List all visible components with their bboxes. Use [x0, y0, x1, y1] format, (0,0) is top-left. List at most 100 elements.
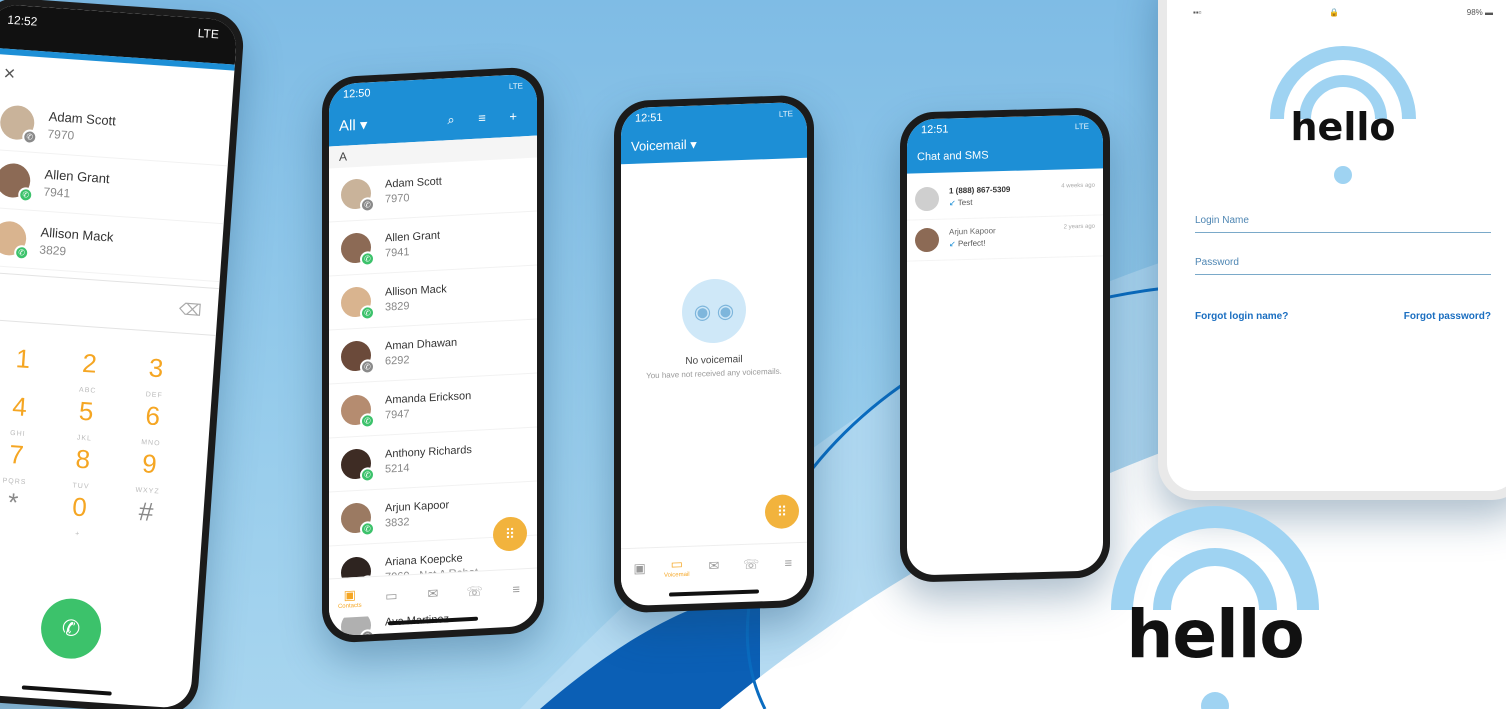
keypad-key[interactable]: 2 ABC [55, 347, 124, 395]
keypad-key[interactable]: 7 PQRS [0, 438, 51, 486]
thread-info: Arjun Kapoor ↙ Perfect! [949, 224, 1064, 248]
close-icon[interactable]: × [3, 62, 16, 86]
signal-indicator: LTE [508, 80, 523, 91]
keypad-key[interactable]: 3 DEF [121, 352, 190, 400]
keypad-key[interactable]: 9 WXYZ [115, 447, 184, 496]
lock-icon: 🔒 [1329, 8, 1340, 17]
thread-message: ↙ Test [949, 196, 1061, 208]
tab-label: Contacts [337, 602, 362, 610]
keypad-key[interactable]: 0 + [45, 491, 114, 539]
key-letters: JKL [76, 434, 93, 443]
app-bar: Chat and SMS [907, 136, 1103, 173]
header-bar: 12:51 LTE Chat and SMS [907, 114, 1103, 174]
avatar: ✆ [0, 161, 34, 203]
chat-screen: 12:51 LTE Chat and SMS 1 (888) 867-5309 ↙… [907, 114, 1103, 576]
avatar: ✆ [0, 103, 38, 145]
search-sort-add-icons[interactable]: ⌕ ≡ + [447, 108, 527, 128]
dialpad-fab[interactable]: ⠿ [765, 494, 799, 530]
keypad-key[interactable]: # [111, 495, 180, 538]
tab-label [625, 576, 655, 577]
voicemail-screen: 12:51 LTE Voicemail ▾ ◉ ◉ No voicemail Y… [621, 101, 807, 607]
tab-icon: ▣ [343, 586, 356, 603]
keypad-key[interactable]: 1 [0, 342, 57, 385]
message-text: Perfect! [957, 238, 986, 249]
header-bar: 12:50 LTE All ▾ ⌕ ≡ + [329, 73, 537, 147]
home-indicator [21, 685, 112, 696]
key-letters: MNO [140, 439, 161, 448]
thread-time: 4 weeks ago [1061, 182, 1095, 190]
contact-info: Aman Dhawan 6292 [385, 337, 457, 368]
contact-extension: 7941 [43, 184, 71, 200]
keypad-key[interactable]: 4 GHI [0, 390, 54, 438]
tab-0[interactable]: ▣ Contacts [335, 586, 365, 610]
avatar: ✆ [341, 231, 375, 267]
contacts-screen: 12:50 LTE All ▾ ⌕ ≡ + A ✆ Adam Scott 7970… [329, 73, 537, 637]
forgot-login-link[interactable]: Forgot login name? [1195, 311, 1288, 322]
keypad-key[interactable]: * [0, 486, 47, 529]
key-digit: 2 [81, 347, 98, 379]
keypad-key[interactable]: 8 TUV [48, 443, 117, 491]
tab-icon: ☏ [743, 555, 760, 572]
chat-phone: 12:51 LTE Chat and SMS 1 (888) 867-5309 ↙… [900, 107, 1110, 583]
key-digit: 5 [78, 395, 95, 427]
presence-badge-icon: ✆ [360, 466, 375, 483]
thread-time: 2 years ago [1063, 223, 1095, 231]
contact-name: Aman Dhawan [385, 336, 458, 353]
contacts-phone: 12:50 LTE All ▾ ⌕ ≡ + A ✆ Adam Scott 7970… [322, 66, 544, 644]
tab-4[interactable]: ≡ [501, 581, 531, 598]
chat-list: 1 (888) 867-5309 ↙ Test 4 weeks ago Arjun… [907, 168, 1103, 262]
contact-extension: 7947 [385, 408, 410, 422]
tab-2[interactable]: ✉ [418, 585, 448, 603]
contact-extension [385, 628, 449, 631]
dialer-screen: 12:52 LTE × ✆ Adam Scott 7970 ✆ Allen Gran… [0, 3, 238, 709]
tab-icon: ✉ [708, 557, 720, 573]
thread-message: ↙ Perfect! [949, 236, 1064, 249]
key-letters: DEF [145, 391, 163, 400]
presence-badge-icon: ✆ [13, 244, 30, 261]
tab-icon: ≡ [784, 555, 793, 571]
key-letters: + [74, 530, 81, 539]
call-button[interactable]: ✆ [39, 596, 104, 661]
brand-name: hello [1290, 105, 1396, 149]
contact-info: Anthony Richards 5214 [385, 444, 472, 476]
password-field[interactable]: Password [1195, 251, 1491, 275]
reply-arrow-icon: ↙ [949, 239, 956, 249]
home-indicator [669, 589, 759, 597]
status-time: 12:52 [6, 12, 38, 29]
tab-4[interactable]: ≡ [773, 555, 803, 571]
contact-name: Adam Scott [48, 108, 117, 128]
contact-info: Adam Scott 7970 [385, 176, 442, 206]
signal-indicator: LTE [778, 108, 793, 119]
chat-thread[interactable]: 1 (888) 867-5309 ↙ Test 4 weeks ago [907, 174, 1103, 221]
key-digit: 9 [141, 448, 158, 480]
tab-1[interactable]: ▭ [376, 587, 406, 605]
key-letters: WXYZ [135, 486, 160, 496]
voicemail-dropdown[interactable]: Voicemail ▾ [631, 137, 697, 155]
tab-icon: ▭ [670, 555, 683, 572]
forgot-password-link[interactable]: Forgot password? [1404, 311, 1491, 322]
contact-extension: 7941 [385, 246, 410, 260]
keypad-key[interactable]: 5 JKL [51, 395, 120, 443]
keypad-key[interactable]: 6 MNO [118, 400, 187, 448]
tab-1[interactable]: ▭ Voicemail [662, 555, 692, 579]
tab-3[interactable]: ☏ [460, 583, 490, 601]
key-digit: 7 [8, 438, 25, 470]
big-brand-name: hello [1126, 596, 1304, 673]
contact-name: Adam Scott [385, 175, 442, 191]
key-letters: GHI [9, 429, 26, 438]
contact-extension: 5214 [385, 462, 410, 476]
contact-name: Arjun Kapoor [385, 499, 450, 515]
tab-3[interactable]: ☏ [736, 556, 766, 573]
avatar: ✆ [341, 339, 375, 375]
filter-dropdown[interactable]: All ▾ [339, 115, 367, 134]
backspace-icon[interactable]: ⌫ [178, 299, 202, 321]
tab-0[interactable]: ▣ [625, 560, 655, 577]
contact-name: Anthony Richards [385, 443, 472, 461]
tab-label [736, 572, 766, 573]
menu-icon[interactable]: ⋮ [0, 286, 3, 307]
tab-2[interactable]: ✉ [699, 557, 729, 574]
voicemail-phone: 12:51 LTE Voicemail ▾ ◉ ◉ No voicemail Y… [614, 94, 814, 614]
chat-thread[interactable]: Arjun Kapoor ↙ Perfect! 2 years ago [907, 215, 1103, 262]
signal-indicator: ▪▪▫ [1193, 8, 1202, 17]
login-name-field[interactable]: Login Name [1195, 209, 1491, 233]
